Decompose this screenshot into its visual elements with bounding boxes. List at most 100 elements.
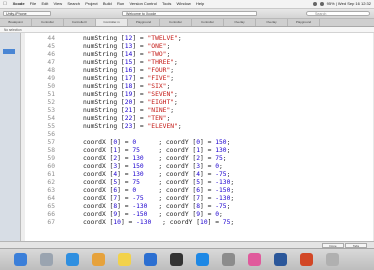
preferences-icon[interactable]	[222, 253, 235, 266]
wifi-icon[interactable]	[312, 2, 317, 6]
variable-name: numString	[83, 43, 118, 50]
mail-icon[interactable]	[92, 253, 105, 266]
code-line[interactable]: 65 coordX [8] = -130; coordY [8] = -75;	[25, 203, 373, 211]
code-line[interactable]: 49 numString [17] = "FIVE";	[25, 75, 373, 83]
array-index: 9	[196, 211, 201, 218]
array-index: 5	[113, 179, 118, 186]
string-literal: "TEN"	[147, 115, 167, 122]
launchpad-icon[interactable]	[40, 253, 53, 266]
code-line[interactable]: 67 coordX [10] = -130; coordY [10] = 75;	[25, 219, 373, 227]
line-number: 56	[47, 131, 55, 138]
tab-7[interactable]: Controller	[192, 19, 224, 26]
terminal-icon[interactable]	[170, 253, 183, 266]
code-line[interactable]: 59 coordX [2] = 130; coordY [2] = 75;	[25, 155, 373, 163]
photos-icon[interactable]	[248, 253, 261, 266]
code-line[interactable]: 44 numString [12] = "TWELVE";	[25, 35, 373, 43]
line-number: 60	[47, 163, 55, 170]
x-value: 75	[132, 147, 140, 154]
volume-icon[interactable]	[319, 2, 324, 6]
safari-icon[interactable]	[66, 253, 79, 266]
code-line[interactable]: 51 numString [19] = "SEVEN";	[25, 91, 373, 99]
tab-2[interactable]: Controller	[32, 19, 64, 26]
status-area: 95% | Wed Sep 16 12:32	[312, 0, 374, 8]
tab-10[interactable]: Playground	[288, 19, 320, 26]
tab-4-active[interactable]: Controller.m	[96, 19, 128, 26]
scheme-selector[interactable]: Unity-iPhone	[3, 11, 51, 16]
code-editor[interactable]: 44 numString [12] = "TWELVE"; 45 numString …	[25, 33, 373, 241]
finder-icon[interactable]	[14, 253, 27, 266]
apple-icon[interactable]: 	[0, 0, 10, 8]
code-line[interactable]: 63 coordX [6] = 0; coordY [6] = -150;	[25, 187, 373, 195]
tab-3[interactable]: Controller.h	[64, 19, 96, 26]
x-value: -150	[132, 211, 148, 218]
variable-name: numString	[83, 107, 118, 114]
code-line[interactable]: 62 coordX [5] = 75; coordY [5] = -130;	[25, 179, 373, 187]
search-field[interactable]: Search	[306, 11, 370, 16]
code-line[interactable]: 64 coordX [7] = -75; coordY [7] = -130;	[25, 195, 373, 203]
variable-name: numString	[83, 123, 118, 130]
selected-file-marker[interactable]	[3, 49, 15, 54]
line-number: 58	[47, 147, 55, 154]
code-line[interactable]: 55 numString [23] = "ELEVEN";	[25, 123, 373, 131]
menu-edit[interactable]: Edit	[39, 0, 51, 8]
code-line[interactable]: 52 numString [20] = "EIGHT";	[25, 99, 373, 107]
x-value: -75	[132, 195, 144, 202]
string-literal: "FOUR"	[147, 67, 171, 74]
clock-status[interactable]: 95% | Wed Sep 16 12:32	[327, 0, 371, 8]
code-line[interactable]: 53 numString [21] = "NINE";	[25, 107, 373, 115]
line-number: 67	[47, 219, 55, 226]
string-literal: "ONE"	[147, 43, 167, 50]
x-value: -130	[132, 203, 148, 210]
code-line[interactable]: 60 coordX [3] = 150; coordY [3] = 0;	[25, 163, 373, 171]
menu-tools[interactable]: Tools	[159, 0, 174, 8]
array-index: 6	[196, 187, 201, 194]
notes-icon[interactable]	[118, 253, 131, 266]
line-number: 63	[47, 187, 55, 194]
menu-project[interactable]: Project	[83, 0, 101, 8]
menu-window[interactable]: Window	[174, 0, 193, 8]
menu-file[interactable]: File	[27, 0, 39, 8]
dock	[0, 248, 374, 270]
x-value: 0	[132, 187, 137, 194]
powerpoint-icon[interactable]	[300, 253, 313, 266]
tab-9[interactable]: Overlay	[256, 19, 288, 26]
code-line[interactable]: 58 coordX [1] = 75; coordY [1] = 130;	[25, 147, 373, 155]
code-line[interactable]: 47 numString [15] = "THREE";	[25, 59, 373, 67]
trash-icon[interactable]	[326, 253, 339, 266]
tab-5[interactable]: Playground	[128, 19, 160, 26]
xcode-icon[interactable]	[144, 253, 157, 266]
menu-help[interactable]: Help	[193, 0, 206, 8]
code-line[interactable]: 57 coordX [0] = 0; coordY [0] = 150;	[25, 139, 373, 147]
variable-name: numString	[83, 67, 118, 74]
appstore-icon[interactable]	[196, 253, 209, 266]
menu-view[interactable]: View	[51, 0, 65, 8]
array-index: 9	[113, 211, 118, 218]
menu-search[interactable]: Search	[65, 0, 83, 8]
toolbar: Unity-iPhone Welcome to Xcode Search	[0, 9, 374, 19]
code-line[interactable]: 48 numString [16] = "FOUR";	[25, 67, 373, 75]
variable-name: numString	[83, 75, 118, 82]
code-line[interactable]: 50 numString [18] = "SIX";	[25, 83, 373, 91]
tab-1[interactable]: Breakpoint	[0, 19, 32, 26]
y-value: -75	[215, 203, 227, 210]
menu-version-control[interactable]: Version Control	[127, 0, 160, 8]
string-literal: "FIVE"	[147, 75, 171, 82]
y-value: 75	[215, 155, 223, 162]
code-line[interactable]: 45 numString [13] = "ONE";	[25, 43, 373, 51]
menu-run[interactable]: Run	[114, 0, 127, 8]
code-line[interactable]: 54 numString [22] = "TEN";	[25, 115, 373, 123]
word-icon[interactable]	[274, 253, 287, 266]
code-line[interactable]: 61 coordX [4] = 130; coordY [4] = -75;	[25, 171, 373, 179]
tab-8[interactable]: Overlay	[224, 19, 256, 26]
array-index: 3	[113, 163, 118, 170]
menu-build[interactable]: Build	[100, 0, 114, 8]
navigator-sidebar[interactable]	[0, 33, 21, 241]
app-menu[interactable]: Xcode	[10, 0, 27, 8]
tab-6[interactable]: Controller	[160, 19, 192, 26]
array-index: 8	[196, 203, 201, 210]
array-index: 6	[113, 187, 118, 194]
x-value: 0	[132, 139, 137, 146]
code-line[interactable]: 66 coordX [9] = -150; coordY [9] = 0;	[25, 211, 373, 219]
code-line[interactable]: 46 numString [14] = "TWO";	[25, 51, 373, 59]
code-line-blank[interactable]: 56	[25, 131, 373, 139]
